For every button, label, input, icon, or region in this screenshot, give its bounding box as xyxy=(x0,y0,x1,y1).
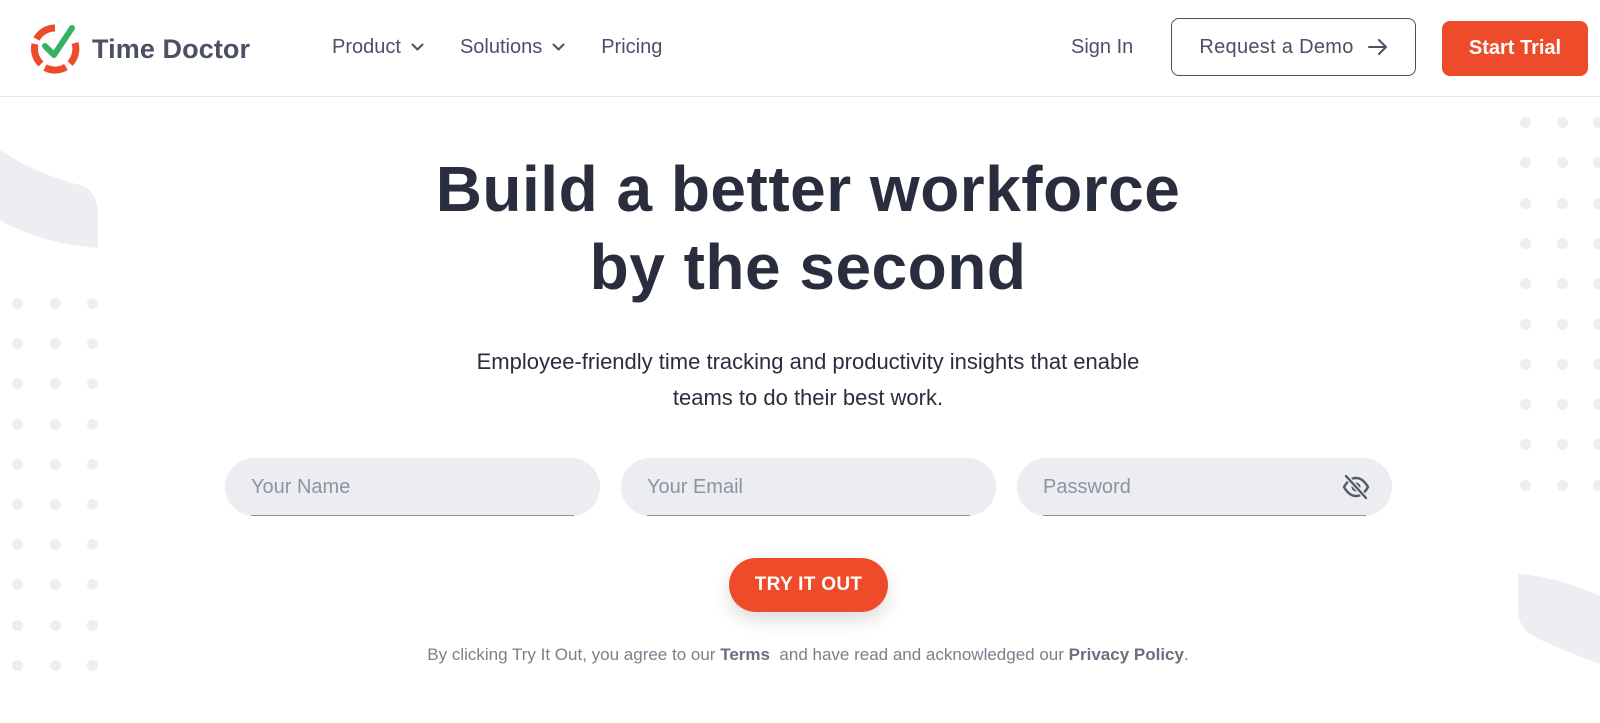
hero-title-line2: by the second xyxy=(589,231,1027,303)
nav-product[interactable]: Product xyxy=(332,36,424,59)
decorative-dot xyxy=(12,499,23,510)
password-field xyxy=(1017,458,1392,516)
decorative-dot xyxy=(50,539,61,550)
hero-subtitle-line1: Employee-friendly time tracking and prod… xyxy=(476,349,1140,374)
nav-pricing[interactable]: Pricing xyxy=(601,36,662,59)
nav-product-label: Product xyxy=(332,36,401,58)
nav-pricing-label: Pricing xyxy=(601,36,663,58)
decorative-dot xyxy=(12,459,23,470)
request-demo-label: Request a Demo xyxy=(1199,35,1354,58)
time-doctor-logo-icon xyxy=(30,24,80,74)
decorative-dot xyxy=(87,499,98,510)
hero-subtitle: Employee-friendly time tracking and prod… xyxy=(0,344,1600,416)
legal-notice: By clicking Try It Out, you agree to our… xyxy=(0,645,1600,665)
nav-solutions[interactable]: Solutions xyxy=(460,36,565,59)
chevron-down-icon xyxy=(411,43,424,51)
decorative-dot xyxy=(1557,439,1568,450)
decorative-dot xyxy=(50,620,61,631)
decorative-dot xyxy=(1557,480,1568,491)
start-trial-button[interactable]: Start Trial xyxy=(1442,21,1588,76)
logo-link[interactable]: Time Doctor xyxy=(28,22,250,76)
email-field xyxy=(621,458,996,516)
decorative-dot xyxy=(50,499,61,510)
decorative-dot xyxy=(1520,319,1531,330)
email-input[interactable] xyxy=(647,458,947,516)
privacy-policy-link[interactable]: Privacy Policy xyxy=(1069,645,1184,664)
arrow-right-icon xyxy=(1367,39,1387,55)
site-header: Time Doctor Product Solutions Pricing Si… xyxy=(0,0,1600,97)
decorative-dot xyxy=(12,579,23,590)
terms-link[interactable]: Terms xyxy=(720,645,770,664)
decorative-dot xyxy=(87,620,98,631)
hero-subtitle-line2: teams to do their best work. xyxy=(672,385,944,410)
decorative-dot xyxy=(50,419,61,430)
legal-prefix: By clicking Try It Out, you agree to our xyxy=(427,645,716,664)
name-field xyxy=(225,458,600,516)
eye-off-icon[interactable] xyxy=(1342,474,1370,500)
try-it-out-button[interactable]: TRY IT OUT xyxy=(729,558,888,612)
decorative-dot xyxy=(1593,480,1600,491)
decorative-dot xyxy=(1520,480,1531,491)
chevron-down-icon xyxy=(552,43,565,51)
decorative-dot xyxy=(1520,439,1531,450)
decorative-dot xyxy=(50,459,61,470)
hero-title: Build a better workforce by the second xyxy=(0,150,1600,306)
decorative-dot xyxy=(1557,117,1568,128)
decorative-dot xyxy=(12,620,23,631)
main-nav: Product Solutions Pricing xyxy=(332,36,698,59)
legal-middle: and have read and acknowledged our xyxy=(779,645,1064,664)
hero-title-line1: Build a better workforce xyxy=(435,153,1181,225)
sign-in-link[interactable]: Sign In xyxy=(1071,36,1133,59)
decorative-dot xyxy=(87,539,98,550)
decorative-dot xyxy=(1593,439,1600,450)
decorative-dot xyxy=(12,539,23,550)
decorative-dot xyxy=(87,579,98,590)
decorative-dot xyxy=(87,419,98,430)
password-input[interactable] xyxy=(1043,458,1343,516)
name-field-underline xyxy=(251,515,574,516)
decorative-dot xyxy=(1593,319,1600,330)
legal-suffix: . xyxy=(1183,645,1189,664)
decorative-dot xyxy=(87,459,98,470)
decorative-dot xyxy=(1557,319,1568,330)
decorative-dot xyxy=(1520,117,1531,128)
email-field-underline xyxy=(647,515,970,516)
decorative-dot xyxy=(1593,117,1600,128)
request-demo-button[interactable]: Request a Demo xyxy=(1171,18,1416,76)
brand-name: Time Doctor xyxy=(92,33,251,64)
name-input[interactable] xyxy=(251,458,551,516)
decorative-dot xyxy=(12,419,23,430)
nav-solutions-label: Solutions xyxy=(459,36,543,58)
decorative-dot xyxy=(50,579,61,590)
password-field-underline xyxy=(1043,515,1366,516)
